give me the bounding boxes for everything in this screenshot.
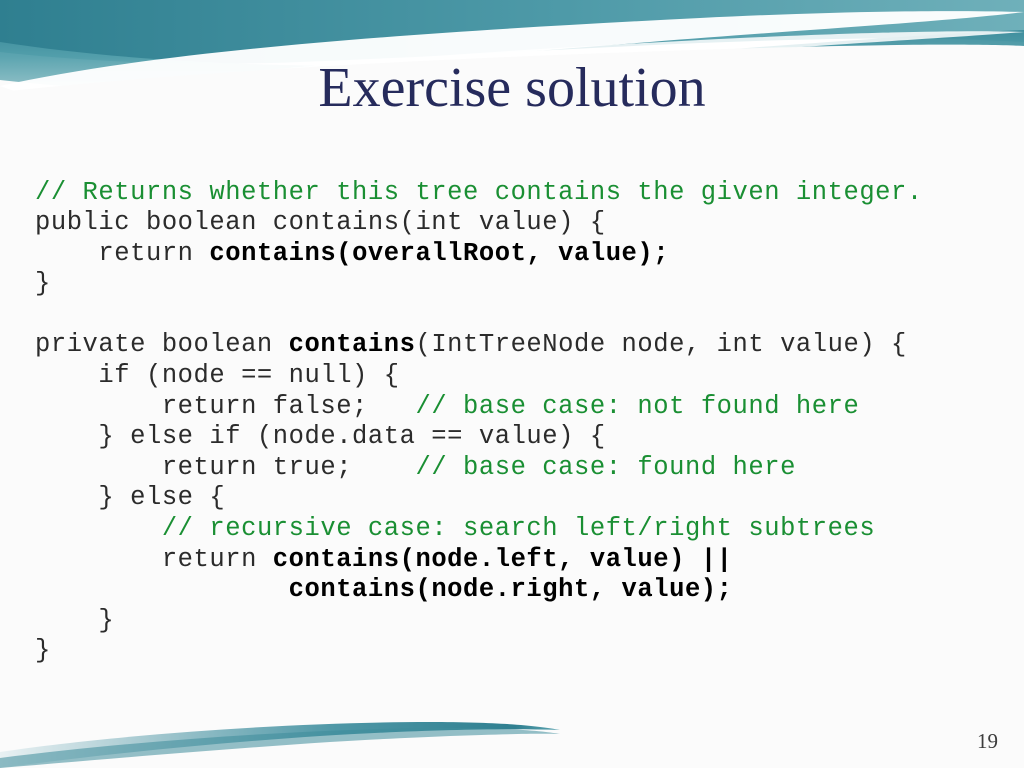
- code-line: } else if (node.data == value) {: [35, 422, 1010, 453]
- code-token-bold: contains: [288, 330, 416, 360]
- code-token-plain: (IntTreeNode node, int value) {: [415, 330, 907, 360]
- code-token-plain: }: [35, 636, 51, 666]
- code-token-comment: // base case: not found here: [415, 391, 860, 421]
- code-token-plain: }: [35, 605, 115, 635]
- page-number: 19: [977, 729, 998, 753]
- code-line: }: [35, 269, 1010, 300]
- code-line: } else {: [35, 483, 1010, 514]
- code-line: return false; // base case: not found he…: [35, 392, 1010, 423]
- code-line: public boolean contains(int value) {: [35, 208, 1010, 239]
- slide-title: Exercise solution: [318, 57, 706, 119]
- code-token-plain: return: [35, 544, 273, 574]
- code-line: contains(node.right, value);: [35, 575, 1010, 606]
- code-token-comment: // recursive case: search left/right sub…: [161, 514, 876, 544]
- code-line: }: [35, 606, 1010, 637]
- code-line: if (node == null) {: [35, 361, 1010, 392]
- code-token-plain: return false;: [35, 391, 416, 421]
- code-token-plain: } else {: [35, 483, 226, 513]
- code-token-bold: contains(overallRoot, value);: [209, 238, 670, 268]
- footer-decoration: [0, 722, 560, 768]
- code-line: return contains(overallRoot, value);: [35, 239, 1010, 270]
- code-token-plain: public boolean contains(int value) {: [35, 208, 606, 238]
- code-token-bold: contains(node.left, value) ||: [272, 544, 733, 574]
- code-line: return contains(node.left, value) ||: [35, 545, 1010, 576]
- code-token-comment: // Returns whether this tree contains th…: [35, 177, 923, 207]
- code-token-plain: } else if (node.data == value) {: [35, 422, 606, 452]
- code-token-bold: contains(node.right, value);: [225, 575, 733, 605]
- code-block: // Returns whether this tree contains th…: [35, 178, 1010, 668]
- code-token-plain: }: [35, 269, 51, 299]
- code-token-plain: private boolean: [35, 330, 289, 360]
- code-token-plain: if (node == null) {: [35, 361, 400, 391]
- code-line: // Returns whether this tree contains th…: [35, 178, 1010, 209]
- code-token-plain: return: [35, 238, 210, 268]
- code-token-comment: // base case: found here: [415, 452, 796, 482]
- code-line: return true; // base case: found here: [35, 453, 1010, 484]
- code-line: private boolean contains(IntTreeNode nod…: [35, 330, 1010, 361]
- slide: Exercise solution // Returns whether thi…: [0, 0, 1024, 768]
- code-line: }: [35, 636, 1010, 667]
- code-line: // recursive case: search left/right sub…: [35, 514, 1010, 545]
- code-token-plain: return true;: [35, 452, 416, 482]
